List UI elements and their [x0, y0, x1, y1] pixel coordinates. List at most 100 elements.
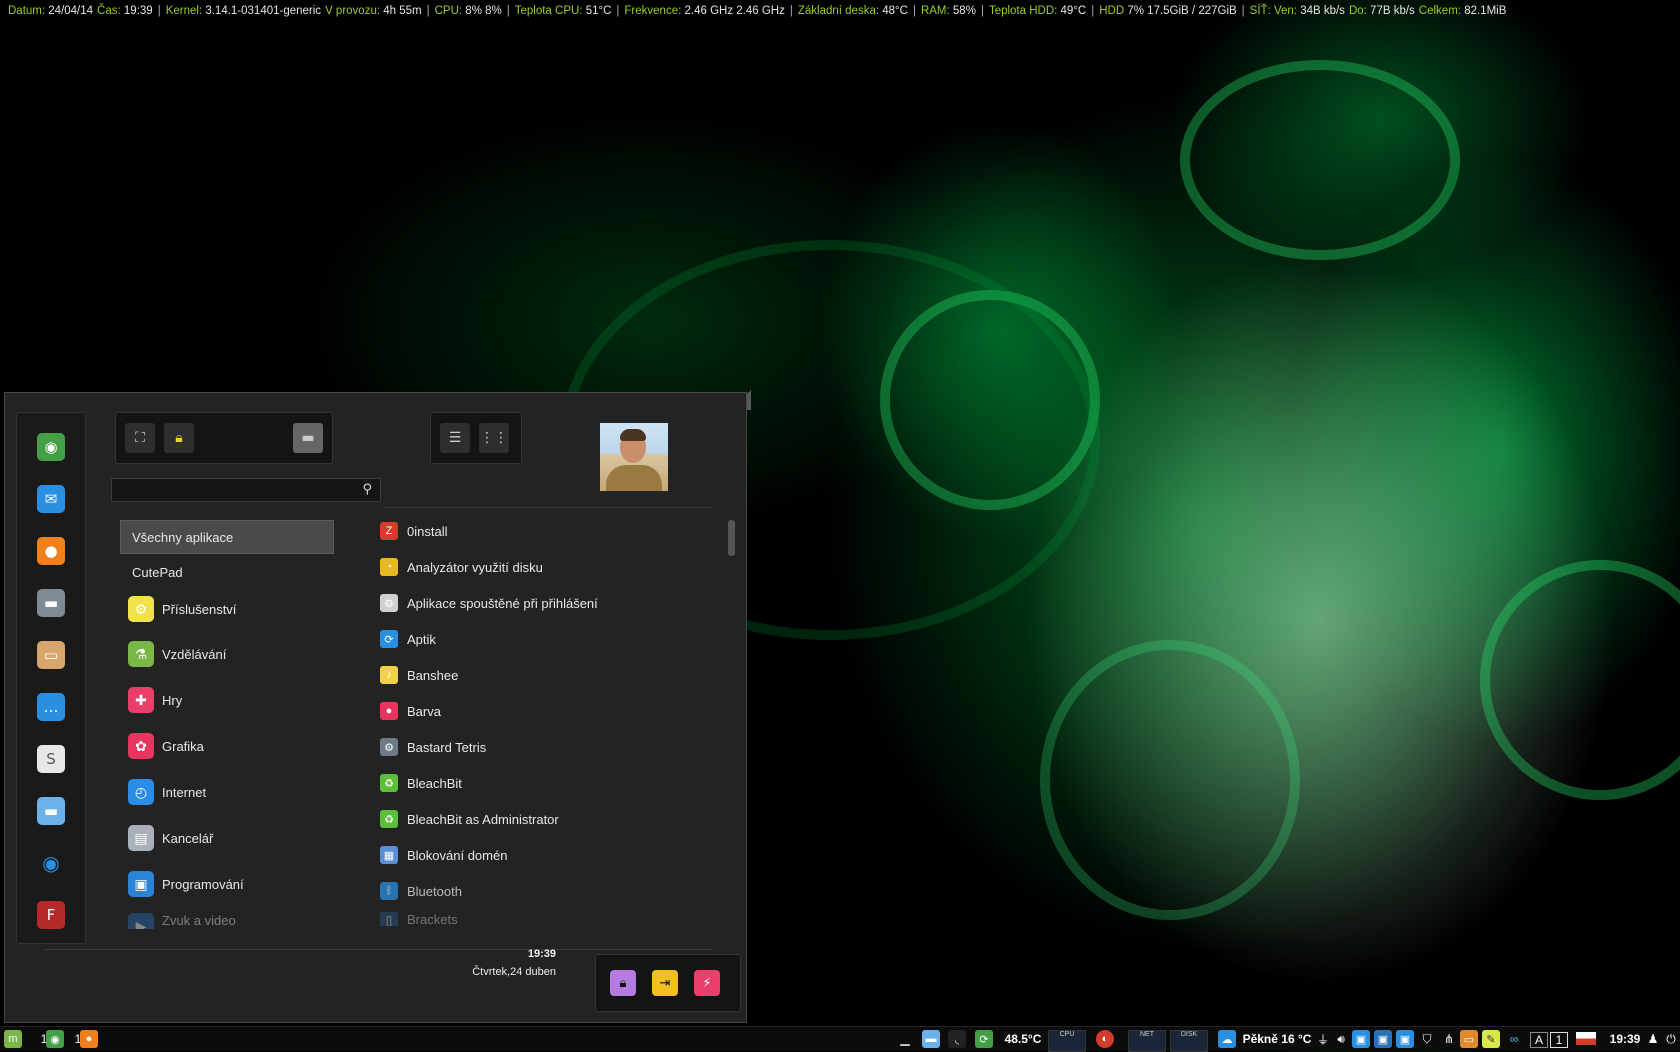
app-item[interactable]: ♻ BleachBit [380, 768, 462, 798]
logout-button[interactable]: ⇥ [652, 970, 678, 996]
files-icon[interactable]: ▬ [922, 1030, 940, 1048]
compass-icon: ◴ [128, 779, 154, 805]
app-item[interactable]: ⟳ Aptik [380, 624, 436, 654]
toggle-icon[interactable]: ▬ [293, 423, 323, 453]
app-item[interactable]: ᛒ Bluetooth [380, 876, 462, 906]
chat-icon[interactable]: … [37, 693, 65, 721]
filezilla-icon[interactable]: F [37, 901, 65, 929]
monitor-key: Datum: [8, 5, 46, 17]
search-box[interactable]: ⚲ [111, 478, 381, 502]
shield-icon[interactable]: ⛉ [1420, 1030, 1434, 1048]
gear-icon: ⚙ [128, 596, 154, 622]
rss-icon[interactable]: ◟ [948, 1030, 966, 1048]
lock-screen-button[interactable]: 🔒︎ [610, 970, 636, 996]
favorites-bar: ◉ ✉ ● ▬ ▭ … S ▬ ◉ F [16, 412, 86, 944]
volume-icon[interactable]: 🔊︎ [1334, 1030, 1348, 1048]
app-icon: ♻ [380, 810, 398, 828]
flask-icon: ⚗ [128, 641, 154, 667]
app-label: Blokování domén [407, 847, 508, 863]
monitor-key: CPU: [434, 5, 463, 17]
app-item[interactable]: Z 0install [380, 516, 447, 546]
app-item[interactable]: ⚙ Aplikace spouštěné při přihlášení [380, 588, 598, 618]
category-item[interactable]: ⚗ Vzdělávání [120, 637, 334, 671]
disk-graph[interactable]: DISK [1170, 1030, 1208, 1052]
menu-time: 19:39 [527, 948, 556, 960]
app-item[interactable]: ♪ Banshee [380, 660, 458, 690]
archive-tray-icon[interactable]: ▭ [1460, 1030, 1478, 1048]
category-item[interactable]: ▶ Zvuk a video [120, 913, 334, 929]
lock-icon[interactable]: 🔒︎ [164, 423, 194, 453]
monitor-separator: | [506, 5, 510, 17]
category-item[interactable]: ✿ Grafika [120, 729, 334, 763]
network-icon[interactable]: ⋔ [1442, 1030, 1456, 1048]
app-label: BleachBit [407, 775, 462, 791]
rings-icon[interactable]: ∞ [1506, 1030, 1522, 1048]
app-icon: ⟳ [380, 630, 398, 648]
app-item[interactable]: ● Barva [380, 696, 441, 726]
app-label: Aplikace spouštěné při přihlášení [407, 595, 598, 611]
user-icon[interactable]: ♟ [1646, 1030, 1660, 1048]
chrome-task-icon[interactable]: ◉ [46, 1030, 64, 1048]
shutdown-button[interactable]: ⚡︎ [694, 970, 720, 996]
folder-icon[interactable]: ▬ [37, 797, 65, 825]
tray-icon[interactable]: ▣ [1352, 1030, 1370, 1048]
app-item[interactable]: [] Brackets [380, 912, 458, 926]
wallpaper-swirl [1180, 60, 1460, 260]
category-item[interactable]: Všechny aplikace [120, 520, 334, 554]
taskbar-clock[interactable]: 19:39 [1605, 1030, 1645, 1048]
app-list-scrollbar[interactable] [728, 520, 735, 556]
tray-icon[interactable]: ▣ [1396, 1030, 1414, 1048]
slides-icon[interactable]: S [37, 745, 65, 773]
monitor-separator: | [157, 5, 161, 17]
app-item[interactable]: ▦ Blokování domén [380, 840, 507, 870]
app-item[interactable]: ⚙ Bastard Tetris [380, 732, 486, 762]
category-item[interactable]: ◴ Internet [120, 775, 334, 809]
keyboard-layout[interactable]: A [1530, 1032, 1548, 1048]
app-icon: ◔ [380, 558, 398, 576]
chrome-icon[interactable]: ◉ [37, 433, 65, 461]
list-view-icon[interactable]: ☰ [440, 423, 470, 453]
mail-icon[interactable]: ✉ [37, 485, 65, 513]
category-item[interactable]: ▤ Kancelář [120, 821, 334, 855]
search-input[interactable] [118, 481, 352, 501]
update-icon[interactable]: ⟳ [975, 1030, 993, 1048]
flag-icon[interactable] [1576, 1032, 1596, 1045]
app-item[interactable]: ◔ Analyzátor využití disku [380, 552, 543, 582]
view-tools-box: ⛶ 🔒︎ ▬ [115, 412, 333, 464]
firefox-icon[interactable]: ● [37, 537, 65, 565]
cpu-graph[interactable]: CPU [1048, 1030, 1086, 1052]
monitor-value: 49°C [1060, 5, 1087, 17]
eye-icon[interactable]: ◉ [37, 849, 65, 877]
app-icon: ♻ [380, 774, 398, 792]
menu-date: Čtvrtek,24 duben [472, 966, 556, 978]
tray-icon[interactable]: ▣ [1374, 1030, 1392, 1048]
category-item[interactable]: ✚ Hry [120, 683, 334, 717]
category-item[interactable]: ▣ Programování [120, 867, 334, 901]
wallpaper-swirl [1480, 560, 1680, 800]
power-icon[interactable]: ⏚ [1316, 1030, 1330, 1048]
category-item[interactable]: ⚙ Příslušenství [120, 592, 334, 626]
app-item[interactable]: ♻ BleachBit as Administrator [380, 804, 559, 834]
monitor-separator: | [789, 5, 793, 17]
net-graph[interactable]: NET [1128, 1030, 1166, 1052]
grid-view-icon[interactable]: ⋮⋮ [479, 423, 509, 453]
monitor-value: 77B kb/s [1370, 5, 1415, 17]
monitor-value: 4h 55m [383, 5, 422, 17]
category-label: Programování [162, 876, 244, 892]
mem-pie-icon[interactable]: ◐ [1096, 1030, 1114, 1048]
notes-icon[interactable]: ✎ [1482, 1030, 1500, 1048]
firefox-task-icon[interactable]: ● [80, 1030, 98, 1048]
workspace-switcher[interactable]: 1 [1550, 1032, 1568, 1048]
category-item[interactable]: CutePad [120, 555, 346, 589]
archive-icon[interactable]: ▭ [37, 641, 65, 669]
show-desktop-icon[interactable]: ▁ [898, 1030, 912, 1048]
shutdown-icon[interactable]: ⏻ [1664, 1030, 1678, 1048]
toggle-settings-icon[interactable]: ▬ [37, 589, 65, 617]
monitor-separator: | [980, 5, 984, 17]
search-icon[interactable]: ⚲ [362, 482, 372, 497]
user-avatar[interactable] [600, 423, 668, 491]
fullscreen-icon[interactable]: ⛶ [125, 423, 155, 453]
weather-icon[interactable]: ☁ [1218, 1030, 1236, 1048]
mint-menu-icon[interactable]: m [4, 1030, 22, 1048]
app-label: BleachBit as Administrator [407, 811, 559, 827]
